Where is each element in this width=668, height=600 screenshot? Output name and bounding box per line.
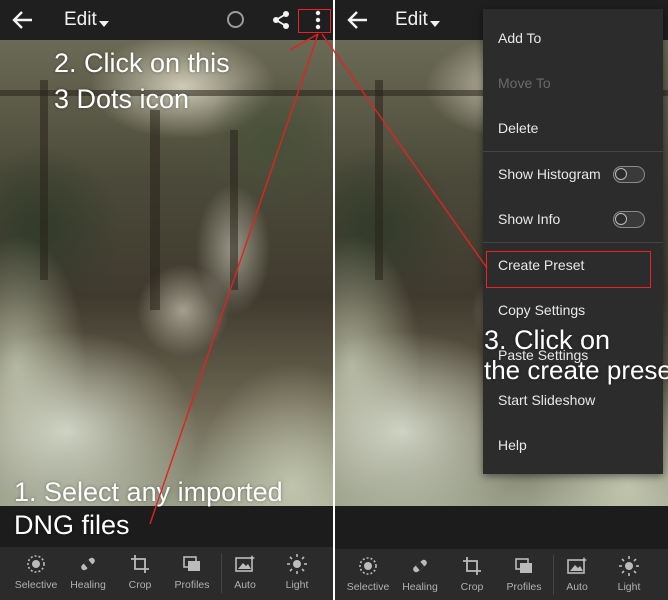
back-arrow-icon[interactable] [12, 10, 34, 30]
step1-annotation-line2: DNG files [14, 510, 130, 540]
nav-item-healing[interactable]: Healing [61, 547, 115, 600]
chevron-down-icon[interactable] [99, 21, 109, 27]
profiles-icon [515, 558, 532, 573]
nav-item-light[interactable]: Light [602, 549, 656, 600]
chevron-down-icon[interactable] [430, 21, 440, 27]
auto-image-icon [235, 555, 255, 572]
nav-item-selective[interactable]: Selective [9, 547, 63, 600]
edit-dropdown-label[interactable]: Edit [395, 9, 428, 31]
step1-annotation-line1: 1. Select any imported [14, 477, 283, 507]
edit-dropdown-label[interactable]: Edit [64, 9, 97, 31]
menu-divider [483, 242, 663, 243]
nav-item-auto[interactable]: Auto [218, 547, 272, 600]
overflow-menu: Add To Move To Delete Show Histogram Sho… [483, 9, 663, 474]
sun-icon [287, 554, 307, 574]
nav-item-crop[interactable]: Crop [113, 547, 167, 600]
auto-image-icon [567, 557, 587, 574]
nav-label-light: Light [285, 579, 309, 591]
step3-annotation-line2: the create preset [484, 355, 668, 385]
step2-annotation-line2: 3 Dots icon [54, 84, 190, 114]
crop-icon [463, 557, 481, 575]
create-preset-highlight-box [486, 251, 651, 288]
menu-label: Help [498, 437, 527, 453]
crop-icon [131, 555, 149, 573]
toggle-knob [615, 168, 627, 180]
info-toggle[interactable] [613, 211, 645, 228]
toggle-knob [615, 213, 627, 225]
profiles-icon [183, 556, 200, 571]
menu-label: Delete [498, 120, 539, 136]
menu-item-show-histogram[interactable]: Show Histogram [483, 153, 663, 198]
menu-label: Add To [498, 30, 542, 46]
bandage-icon [413, 559, 427, 573]
menu-item-add-to[interactable]: Add To [483, 17, 663, 62]
step3-annotation-line1: 3. Click on [484, 325, 611, 355]
menu-label: Show Info [498, 211, 561, 227]
top-bar: Edit [0, 0, 333, 40]
bottom-toolbar: Selective Healing Crop Profiles Auto Lig… [0, 547, 333, 600]
menu-label: Copy Settings [498, 302, 586, 318]
menu-divider [483, 151, 663, 152]
left-screen: Edit 2. Click on this 3 Dots icon 1. Sel… [0, 0, 333, 600]
sun-icon [619, 556, 639, 576]
nav-item-profiles[interactable]: Profiles [497, 549, 551, 600]
menu-item-delete[interactable]: Delete [483, 107, 663, 152]
menu-item-move-to: Move To [483, 62, 663, 107]
right-screen: Edit Selective Healing Crop Profiles Aut… [335, 0, 668, 600]
nav-label-light: Light [617, 581, 641, 593]
histogram-toggle[interactable] [613, 166, 645, 183]
menu-label: Show Histogram [498, 166, 601, 182]
share-icon[interactable] [272, 10, 290, 30]
loading-circle-icon [227, 11, 244, 28]
nav-item-light[interactable]: Light [270, 547, 324, 600]
menu-item-help[interactable]: Help [483, 424, 663, 469]
selective-icon [359, 557, 377, 575]
menu-item-show-info[interactable]: Show Info [483, 198, 663, 243]
bottom-toolbar: Selective Healing Crop Profiles Auto Lig… [335, 549, 668, 600]
selective-icon [27, 555, 45, 573]
menu-label: Move To [498, 75, 551, 91]
bandage-icon [81, 557, 95, 571]
step2-annotation-line1: 2. Click on this [54, 48, 230, 78]
nav-item-profiles[interactable]: Profiles [165, 547, 219, 600]
dots-highlight-box [298, 9, 331, 33]
menu-label: Start Slideshow [498, 392, 596, 408]
back-arrow-icon[interactable] [347, 10, 369, 30]
